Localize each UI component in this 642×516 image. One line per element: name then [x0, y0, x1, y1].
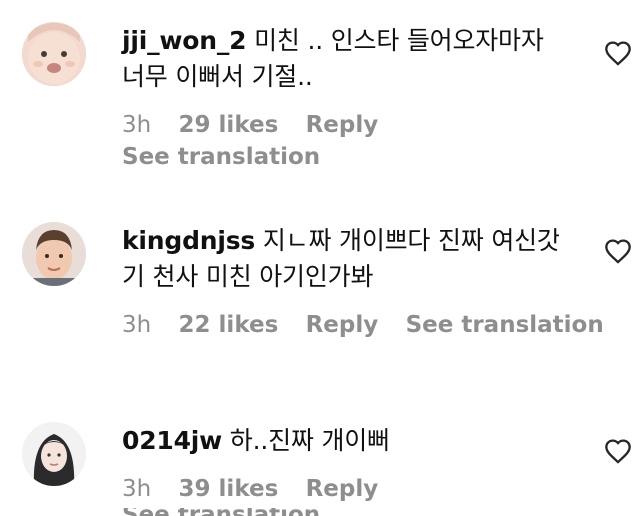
comment-time: 3h	[122, 312, 152, 338]
see-translation-link[interactable]: See translation	[122, 508, 320, 516]
avatar[interactable]	[22, 222, 86, 286]
reply-button[interactable]: Reply	[306, 312, 379, 338]
comment-body: 0214jw 하..진짜 개이뻐	[122, 423, 572, 459]
comment-meta: 3h 29 likes Reply	[122, 112, 398, 138]
comment-likes[interactable]: 29 likes	[179, 112, 279, 138]
comment-username[interactable]: kingdnjss	[122, 226, 255, 255]
comment-meta: 3h 22 likes Reply See translation	[122, 312, 624, 338]
heart-outline-icon[interactable]	[604, 238, 632, 264]
comment-username[interactable]: 0214jw	[122, 426, 222, 455]
comment-body: jji_won_2 미친 .. 인스타 들어오자마자 너무 이뻐서 기절..	[122, 23, 572, 95]
avatar[interactable]	[22, 422, 86, 486]
comment-username[interactable]: jji_won_2	[122, 26, 247, 55]
avatar[interactable]	[22, 22, 86, 86]
see-translation-link[interactable]: See translation	[406, 312, 604, 338]
comment-likes[interactable]: 22 likes	[179, 312, 279, 338]
reply-button[interactable]: Reply	[306, 476, 379, 502]
comment-text: 하..진짜 개이뻐	[229, 426, 390, 455]
heart-outline-icon[interactable]	[604, 40, 632, 66]
comment-meta: 3h 39 likes Reply	[122, 476, 398, 502]
see-translation-link[interactable]: See translation	[122, 144, 320, 170]
comment-body: kingdnjss 지ㄴ짜 개이쁘다 진짜 여신갓기 천사 미친 아기인가봐	[122, 223, 572, 295]
comment-time: 3h	[122, 476, 152, 502]
reply-button[interactable]: Reply	[306, 112, 379, 138]
heart-outline-icon[interactable]	[604, 438, 632, 464]
comment-likes[interactable]: 39 likes	[179, 476, 279, 502]
see-translation-clip: See translation	[0, 508, 642, 516]
comment-time: 3h	[122, 112, 152, 138]
